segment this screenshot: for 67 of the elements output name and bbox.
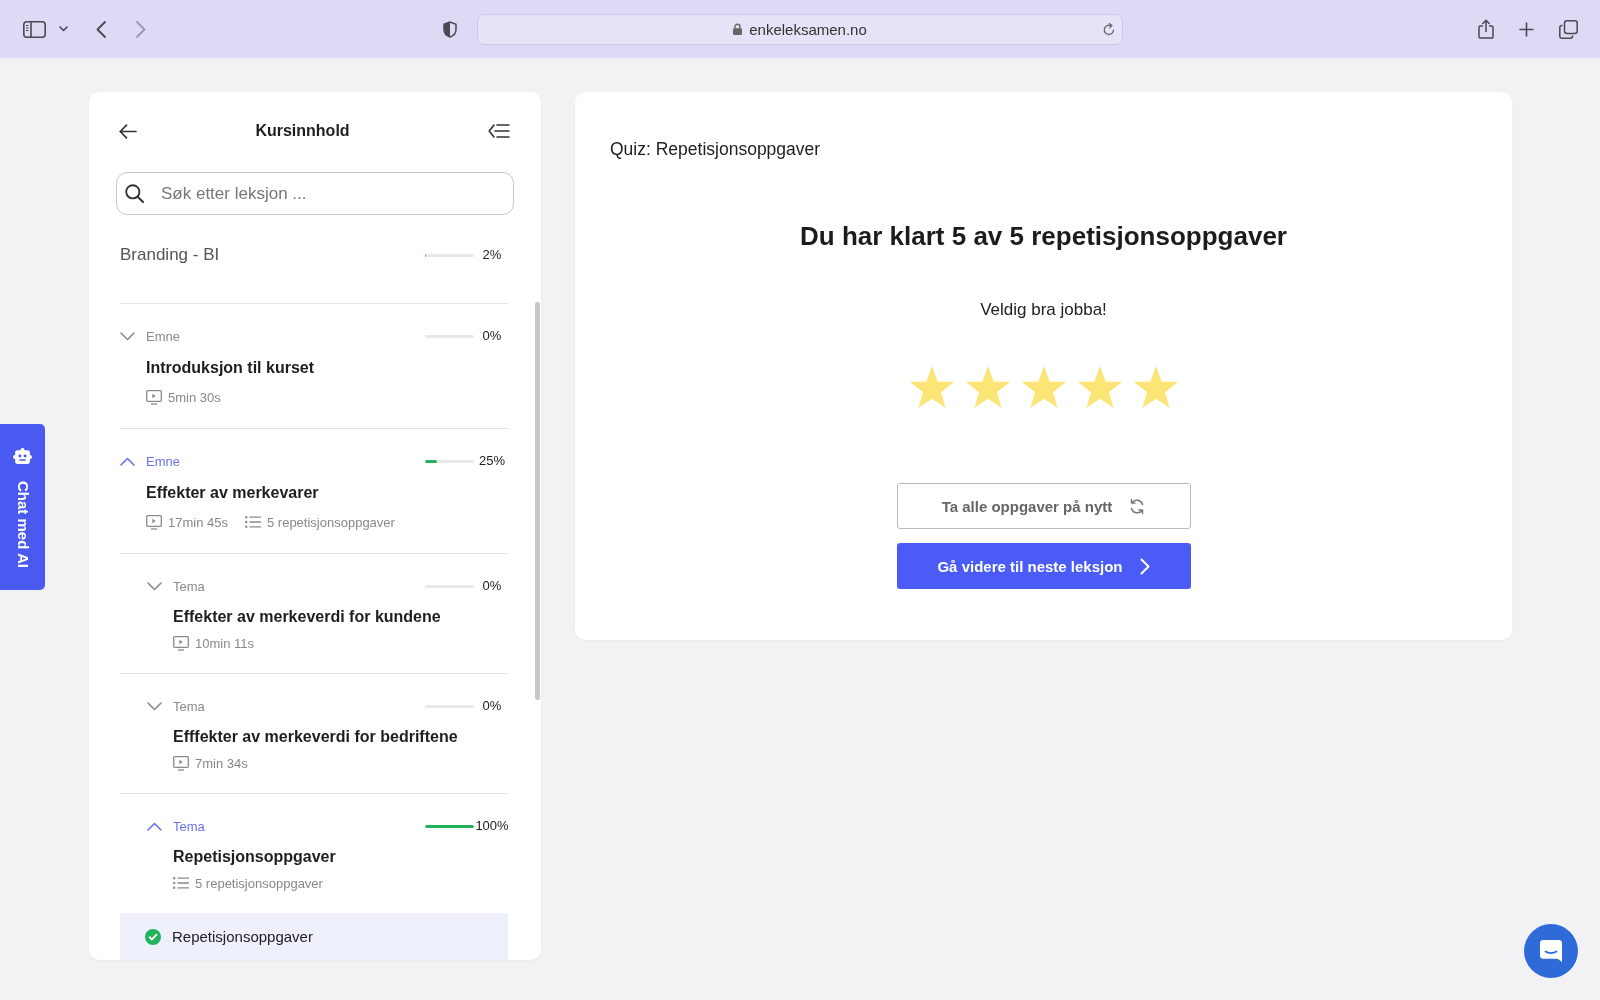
lock-icon [733, 23, 743, 35]
duration-text: 5min 30s [168, 389, 221, 405]
section-title[interactable]: Efffekter av merkeverdi for bedriftene [173, 726, 458, 748]
retry-button[interactable]: Ta alle oppgaver på nytt [896, 483, 1191, 529]
quiz-title: Quiz: Repetisjonsoppgaver [610, 138, 821, 160]
chevron-up-icon[interactable] [147, 821, 162, 831]
refresh-icon [1129, 497, 1146, 515]
section-title[interactable]: Repetisjonsoppgaver [173, 846, 336, 868]
chevron-up-icon[interactable] [120, 456, 135, 466]
scrollbar-thumb[interactable] [535, 302, 540, 700]
chevron-right-icon [1139, 557, 1150, 575]
section-label: Emne [146, 328, 180, 344]
progress-percent: 0% [482, 328, 502, 344]
collapse-menu-icon[interactable] [488, 123, 510, 139]
plus-icon[interactable] [1519, 21, 1534, 37]
back-icon[interactable] [119, 123, 137, 139]
section-label: Tema [173, 698, 205, 714]
video-icon [146, 514, 162, 530]
result-heading: Du har klart 5 av 5 repetisjonsoppgaver [800, 220, 1287, 252]
chevron-down-icon[interactable] [120, 331, 135, 341]
sidebar-title: Kursinnhold [255, 121, 350, 141]
section-label: Emne [146, 453, 180, 469]
progress-percent: 25% [479, 453, 505, 469]
chevron-down-icon[interactable] [147, 701, 162, 711]
search-icon [125, 184, 144, 203]
section-title[interactable]: Introduksjon til kurset [146, 357, 314, 379]
section-title[interactable]: Effekter av merkevarer [146, 482, 319, 504]
video-icon [146, 389, 162, 405]
section-label: Tema [173, 818, 205, 834]
star-icon [965, 366, 1010, 408]
progress-percent: 0% [482, 698, 502, 714]
duration-text: 17min 45s [168, 514, 228, 530]
search-field[interactable]: Søk etter leksjon ... [116, 172, 514, 215]
section-label: Tema [173, 578, 205, 594]
chat-icon [1540, 940, 1562, 962]
star-icon [1021, 366, 1066, 408]
course-title: Branding - BI [120, 245, 220, 265]
praise-message: Veldig bra jobba! [980, 299, 1107, 321]
star-icon [1077, 366, 1122, 408]
section-title[interactable]: Effekter av merkeverdi for kundene [173, 606, 441, 628]
robot-icon [13, 448, 32, 464]
progress-percent: 100% [475, 818, 509, 834]
tabs-icon[interactable] [1559, 19, 1578, 39]
chat-button[interactable] [1524, 924, 1578, 978]
progress-percent: 2% [482, 247, 502, 263]
video-icon [173, 755, 189, 771]
exercise-count: 5 repetisjonsoppgaver [195, 875, 323, 891]
shield-icon[interactable] [443, 20, 457, 38]
reload-icon[interactable] [1103, 22, 1115, 36]
video-icon [173, 635, 189, 651]
chevron-down-icon[interactable] [147, 581, 162, 591]
share-icon[interactable] [1478, 19, 1494, 39]
exercise-count: 5 repetisjonsoppgaver [267, 514, 395, 530]
address-bar[interactable]: enkeleksamen.no [477, 13, 1123, 45]
list-icon [245, 516, 261, 528]
list-icon [173, 877, 189, 889]
next-lesson-button[interactable]: Gå videre til neste leksjon [896, 543, 1191, 589]
chevron-down-icon[interactable] [59, 26, 68, 32]
star-icon [1133, 366, 1178, 408]
sidebar-toggle-icon[interactable] [23, 20, 46, 38]
lesson-item[interactable]: Repetisjonsoppgaver [120, 913, 508, 960]
duration-text: 7min 34s [195, 755, 248, 771]
chat-tab[interactable]: Chat med AI [0, 424, 45, 590]
progress-percent: 0% [482, 578, 502, 594]
star-icon [909, 366, 954, 408]
duration-text: 10min 11s [195, 635, 254, 651]
back-icon[interactable] [96, 20, 106, 38]
